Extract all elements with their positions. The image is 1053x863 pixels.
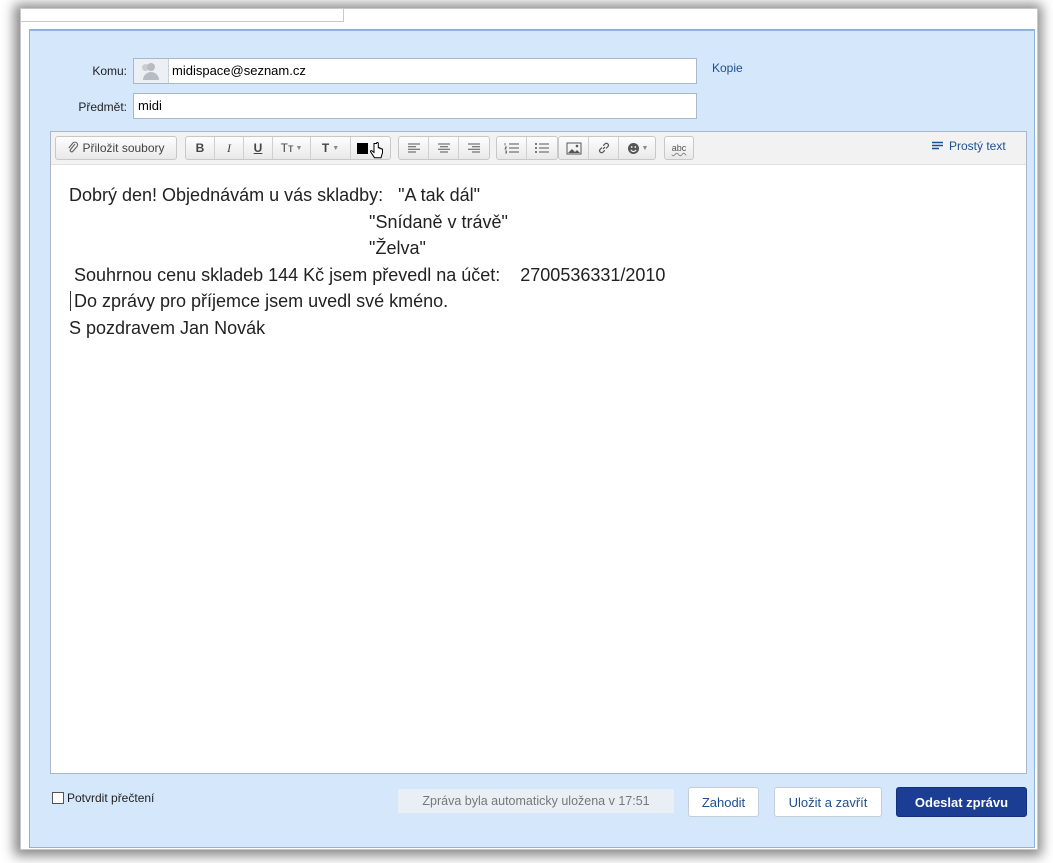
align-right-button[interactable] xyxy=(459,137,489,159)
text-cursor xyxy=(70,291,71,311)
align-left-icon xyxy=(407,143,420,153)
formatting-toolbar: Přiložit soubory B I U Tт ▼ T ▼ ▼ abc Pr… xyxy=(51,132,1026,165)
plain-text-toggle[interactable]: Prostý text xyxy=(931,139,1006,153)
chevron-down-icon: ▼ xyxy=(641,144,649,152)
list-group xyxy=(496,136,558,160)
numbered-list-icon xyxy=(503,143,519,154)
attach-files-label: Přiložit soubory xyxy=(82,141,165,155)
smiley-icon xyxy=(627,142,639,154)
align-right-icon xyxy=(468,143,480,153)
to-field-value: midispace@seznam.cz xyxy=(172,63,306,78)
subject-field[interactable]: midi xyxy=(133,93,697,119)
message-line: Dobrý den! Objednávám u vás skladby: "A … xyxy=(69,185,480,205)
chevron-down-icon: ▼ xyxy=(332,144,340,152)
attach-files-button[interactable]: Přiložit soubory xyxy=(55,136,177,160)
checkbox-box[interactable] xyxy=(52,792,64,804)
read-receipt-checkbox[interactable]: Potvrdit přečtení xyxy=(52,791,154,805)
font-size-button[interactable]: Tт ▼ xyxy=(273,137,311,159)
chevron-down-icon: ▼ xyxy=(295,144,303,152)
image-icon xyxy=(566,142,581,154)
compose-panel: Komu: midispace@seznam.cz Kopie Předmět:… xyxy=(29,29,1035,848)
subject-field-value: midi xyxy=(138,98,162,113)
font-size-label: Tт xyxy=(280,141,294,155)
plain-text-label: Prostý text xyxy=(949,139,1006,153)
align-left-button[interactable] xyxy=(399,137,429,159)
color-swatch-icon xyxy=(357,142,368,154)
message-editor[interactable]: Přiložit soubory B I U Tт ▼ T ▼ ▼ abc Pr… xyxy=(50,131,1027,774)
align-center-button[interactable] xyxy=(429,137,459,159)
insert-link-button[interactable] xyxy=(589,137,619,159)
message-line: Souhrnou cenu skladeb 144 Kč jsem převed… xyxy=(69,264,666,285)
message-line: Do zprávy pro příjemce jsem uvedl své km… xyxy=(69,291,449,311)
spellcheck-icon: abc xyxy=(671,143,687,153)
insert-group: ▼ xyxy=(558,136,656,160)
message-line: "Snídaně v trávě" xyxy=(69,211,508,232)
to-field[interactable]: midispace@seznam.cz xyxy=(133,58,697,84)
background-panel-edge xyxy=(21,9,344,22)
message-body[interactable]: Dobrý den! Objednávám u vás skladby: "A … xyxy=(69,182,665,341)
to-label: Komu: xyxy=(92,64,127,78)
message-line: "Želva" xyxy=(69,238,426,258)
font-style-button[interactable]: T ▼ xyxy=(311,137,351,159)
align-center-icon xyxy=(437,143,450,153)
text-format-group: B I U Tт ▼ T ▼ xyxy=(185,136,391,160)
insert-image-button[interactable] xyxy=(559,137,589,159)
contacts-icon[interactable] xyxy=(134,59,169,83)
window-frame: Komu: midispace@seznam.cz Kopie Předmět:… xyxy=(20,8,1038,850)
bullet-list-button[interactable] xyxy=(527,137,557,159)
link-icon xyxy=(598,142,609,154)
bullet-list-icon xyxy=(535,143,549,153)
save-close-button[interactable]: Uložit a zavřít xyxy=(774,787,882,817)
discard-button[interactable]: Zahodit xyxy=(688,787,759,817)
cc-link[interactable]: Kopie xyxy=(712,61,743,75)
bold-button[interactable]: B xyxy=(186,137,215,159)
text-color-button[interactable] xyxy=(351,137,390,159)
underline-button[interactable]: U xyxy=(244,137,273,159)
italic-button[interactable]: I xyxy=(215,137,244,159)
font-style-label: T xyxy=(321,141,330,155)
alignment-group xyxy=(398,136,490,160)
message-line: S pozdravem Jan Novák xyxy=(69,317,266,338)
hand-cursor-icon xyxy=(370,142,383,159)
send-button[interactable]: Odeslat zprávu xyxy=(896,787,1027,817)
autosave-status: Zpráva byla automaticky uložena v 17:51 xyxy=(398,789,674,813)
plain-text-icon xyxy=(932,141,943,150)
numbered-list-button[interactable] xyxy=(497,137,527,159)
emoticon-button[interactable]: ▼ xyxy=(619,137,656,159)
subject-label: Předmět: xyxy=(78,100,127,114)
paperclip-icon xyxy=(68,141,79,153)
read-receipt-label: Potvrdit přečtení xyxy=(67,791,155,805)
spellcheck-button[interactable]: abc xyxy=(664,136,694,160)
